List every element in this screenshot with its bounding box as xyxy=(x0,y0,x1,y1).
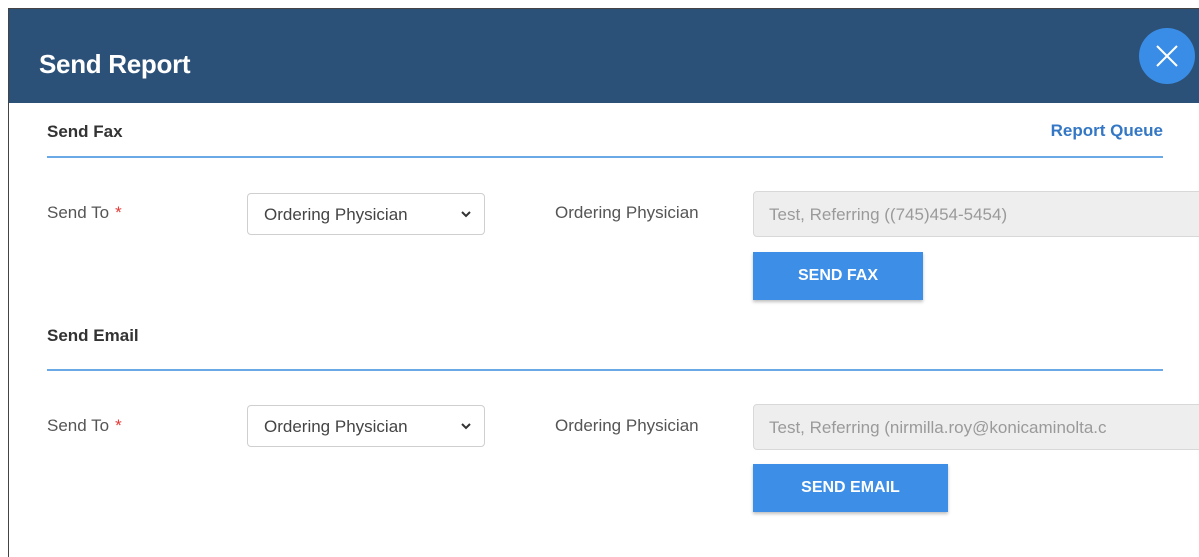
send-fax-button[interactable]: SEND FAX xyxy=(753,252,923,300)
send-fax-heading: Send Fax xyxy=(47,122,123,141)
fax-send-to-value: Ordering Physician xyxy=(264,205,408,224)
email-recipient-label: Ordering Physician xyxy=(555,416,699,435)
send-email-heading: Send Email xyxy=(47,326,139,345)
report-queue-link[interactable]: Report Queue xyxy=(1051,121,1163,141)
email-send-to-text: Send To xyxy=(47,416,110,435)
required-marker: * xyxy=(115,416,122,435)
close-button[interactable] xyxy=(1139,28,1195,84)
fax-divider xyxy=(47,156,1163,158)
send-email-button[interactable]: SEND EMAIL xyxy=(753,464,948,512)
chevron-down-icon xyxy=(461,423,471,430)
fax-recipient-value: Test, Referring ((745)454-5454) xyxy=(769,205,1008,224)
send-report-dialog: Send Report Send Fax Report Queue Send T… xyxy=(8,8,1199,557)
dialog-header: Send Report xyxy=(9,9,1199,103)
email-divider xyxy=(47,369,1163,371)
email-send-to-value: Ordering Physician xyxy=(264,417,408,436)
fax-recipient-field: Test, Referring ((745)454-5454) xyxy=(753,191,1199,237)
email-recipient-value: Test, Referring (nirmilla.roy@konicamino… xyxy=(769,418,1107,437)
email-send-to-label: Send To * xyxy=(47,416,122,436)
chevron-down-icon xyxy=(461,211,471,218)
dialog-title: Send Report xyxy=(39,49,191,79)
fax-send-to-text: Send To xyxy=(47,203,110,222)
email-send-to-select[interactable]: Ordering Physician xyxy=(247,405,485,447)
fax-send-to-label: Send To * xyxy=(47,203,122,223)
close-icon xyxy=(1156,45,1178,67)
email-recipient-field: Test, Referring (nirmilla.roy@konicamino… xyxy=(753,404,1199,450)
fax-send-to-select[interactable]: Ordering Physician xyxy=(247,193,485,235)
required-marker: * xyxy=(115,203,122,222)
fax-recipient-label: Ordering Physician xyxy=(555,203,699,222)
